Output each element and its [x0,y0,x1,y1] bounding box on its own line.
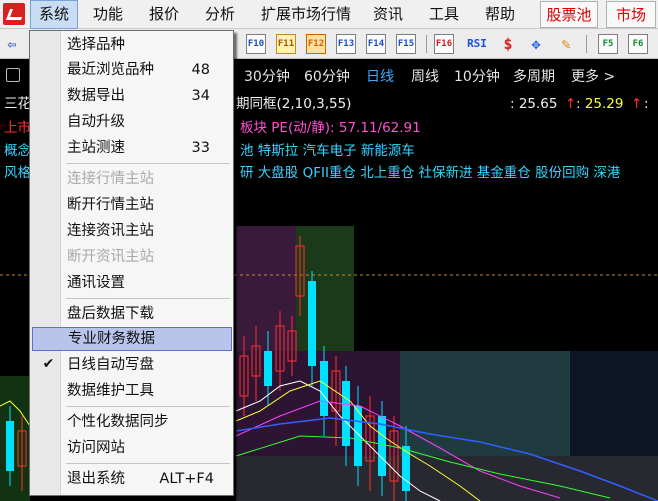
menu-item-label: 日线自动写盘 [67,357,154,373]
concept-prefix: 概念 [4,143,31,159]
menu-separator [66,163,230,164]
menu-item-label: 专业财务数据 [68,331,155,347]
menu-item-label: 盘后数据下载 [67,306,154,322]
menu-item-shortcut: 48 [191,62,210,78]
f15-button[interactable]: F15 [396,34,416,54]
period-more[interactable]: 更多 > [571,66,615,86]
menu-item-after-hours-download[interactable]: 盘后数据下载 [32,302,232,326]
f13-button[interactable]: F13 [336,34,356,54]
menu-item-label: 选择品种 [67,37,125,53]
checkmark-icon: ✔ [42,356,55,372]
stock-name-prefix: 三花 [4,96,31,112]
market-button[interactable]: 市场 [606,1,656,28]
menu-item-label: 连接资讯主站 [67,223,154,239]
f12-button[interactable]: F12 [306,34,326,54]
app-logo-icon[interactable] [3,3,25,25]
menu-item-label: 断开资讯主站 [67,249,154,265]
menu-item-data-maintenance[interactable]: 数据维护工具 [32,379,232,403]
menu-item-recent[interactable]: 最近浏览品种 48 [32,58,232,82]
menu-item-label: 连接行情主站 [67,171,154,187]
chart-line-icon[interactable]: F16 [434,34,454,54]
menu-separator [66,463,230,464]
period-30min[interactable]: 30分钟 [244,66,290,86]
menu-quote[interactable]: 报价 [142,0,186,29]
rsi-button[interactable]: RSI [464,34,490,54]
menu-item-data-sync[interactable]: 个性化数据同步 [32,410,232,434]
listing-prefix: 上市 [4,120,31,136]
menu-analysis[interactable]: 分析 [198,0,242,29]
menu-item-label: 个性化数据同步 [67,414,169,430]
menu-item-label: 主站测速 [67,140,125,156]
menu-item-shortcut: ALT+F4 [159,471,214,487]
system-menu-dropdown: 选择品种 最近浏览品种 48 数据导出 34 自动升级 主站测速 33 连接行情… [29,30,234,496]
menu-item-label: 通讯设置 [67,275,125,291]
menu-item-connect-quote: 连接行情主站 [32,167,232,191]
menu-item-label: 数据维护工具 [67,383,154,399]
menu-item-connect-news[interactable]: 连接资讯主站 [32,219,232,243]
menu-item-disconnect-news: 断开资讯主站 [32,245,232,269]
menu-item-auto-write-daily[interactable]: ✔ 日线自动写盘 [32,353,232,377]
up-arrow-icon: ↑ [631,96,643,112]
menu-item-label: 自动升级 [67,114,125,130]
menu-item-exit[interactable]: 退出系统 ALT+F4 [32,467,232,491]
menu-info[interactable]: 资讯 [366,0,410,29]
menu-item-shortcut: 34 [191,88,210,104]
menu-tools[interactable]: 工具 [422,0,466,29]
menu-bar: 系统 功能 报价 分析 扩展市场行情 资讯 工具 帮助 股票池 市场 [0,0,658,29]
menu-item-select-instrument[interactable]: 选择品种 [32,33,232,57]
toggle-panel-icon[interactable] [6,68,20,82]
toolbar-separator [426,35,427,53]
menu-item-label: 数据导出 [67,88,125,104]
menu-extended-market[interactable]: 扩展市场行情 [254,0,358,29]
menu-item-speed-test[interactable]: 主站测速 33 [32,136,232,160]
menu-item-comm-settings[interactable]: 通讯设置 [32,271,232,295]
indicator-value-2: : 25.29 [576,96,624,112]
style-prefix: 风格 [4,165,31,181]
up-arrow-icon: ↑ [565,96,577,112]
menu-separator [66,406,230,407]
indicator-name: 期同框(2,10,3,55) [236,96,352,112]
menu-separator [66,298,230,299]
back-arrow-icon[interactable]: ⇦ [2,34,22,54]
menu-item-visit-website[interactable]: 访问网站 [32,436,232,460]
indicator-value-1: : 25.65 [510,96,558,112]
menu-item-label: 最近浏览品种 [67,62,154,78]
indicator-value-3: : [644,96,649,112]
menu-item-label: 断开行情主站 [67,197,154,213]
menu-system[interactable]: 系统 [30,0,78,29]
move-crosshair-icon[interactable]: ✥ [526,34,546,54]
menu-help[interactable]: 帮助 [478,0,522,29]
style-tags[interactable]: 研 大盘股 QFII重仓 北上重仓 社保新进 基金重仓 股份回购 深港 [240,161,620,185]
period-daily[interactable]: 日线 [366,66,394,86]
dollar-icon[interactable]: $ [498,34,518,54]
menu-item-pro-financial-data[interactable]: 专业财务数据 [32,327,232,351]
pencil-icon[interactable]: ✎ [556,34,576,54]
stock-pool-button[interactable]: 股票池 [540,1,598,28]
menu-item-shortcut: 33 [191,140,210,156]
f14-button[interactable]: F14 [366,34,386,54]
menu-item-export[interactable]: 数据导出 34 [32,84,232,108]
f5-button[interactable]: F5 [598,34,618,54]
concept-tags[interactable]: 池 特斯拉 汽车电子 新能源车 [240,139,415,163]
period-weekly[interactable]: 周线 [411,66,439,86]
f10-button[interactable]: F10 [246,34,266,54]
menu-item-auto-update[interactable]: 自动升级 [32,110,232,134]
f11-button[interactable]: F11 [276,34,296,54]
period-10min[interactable]: 10分钟 [454,66,500,86]
menu-item-disconnect-quote[interactable]: 断开行情主站 [32,193,232,217]
period-60min[interactable]: 60分钟 [304,66,350,86]
menu-item-label: 访问网站 [67,440,125,456]
sector-pe-text: 板块 PE(动/静): 57.11/62.91 [240,120,421,136]
menu-item-label: 退出系统 [67,471,125,487]
toolbar-separator [586,35,587,53]
f6-button[interactable]: F6 [628,34,648,54]
menu-function[interactable]: 功能 [86,0,130,29]
period-multi[interactable]: 多周期 [513,66,555,86]
